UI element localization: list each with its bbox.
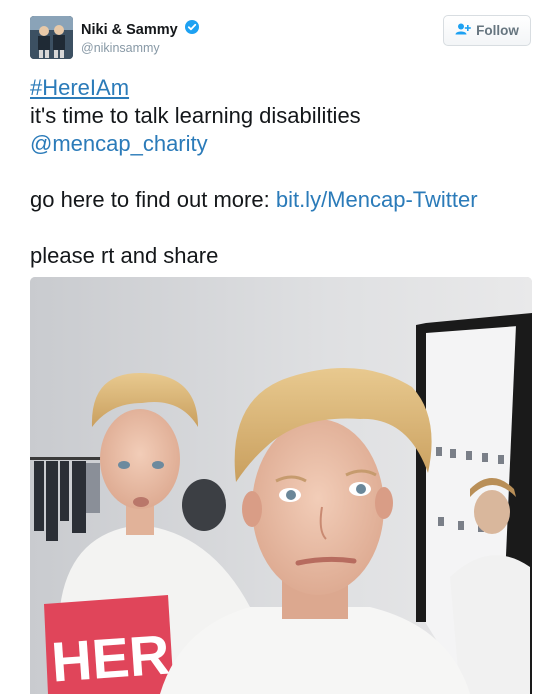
tweet-line: it's time to talk learning disabilities	[30, 103, 361, 128]
add-user-icon	[455, 23, 471, 38]
mention-link[interactable]: @mencap_charity	[30, 131, 208, 156]
tweet-line: go here to find out more:	[30, 187, 276, 212]
shirt-print-text: HER	[49, 622, 171, 693]
display-name[interactable]: Niki & Sammy	[81, 22, 178, 38]
tweet-line: please rt and share	[30, 243, 219, 268]
tweet-photo[interactable]: HER	[30, 277, 532, 694]
verified-badge-icon	[185, 20, 200, 39]
follow-button[interactable]: Follow	[443, 15, 531, 46]
tweet-text: #HereIAm it's time to talk learning disa…	[30, 74, 530, 270]
avatar[interactable]	[30, 16, 73, 59]
url-link[interactable]: bit.ly/Mencap-Twitter	[276, 187, 478, 212]
user-handle[interactable]: @nikinsammy	[81, 41, 199, 55]
follow-button-label: Follow	[476, 23, 519, 38]
hashtag-link[interactable]: #HereIAm	[30, 75, 129, 100]
user-info[interactable]: Niki & Sammy @nikinsammy	[81, 20, 200, 55]
